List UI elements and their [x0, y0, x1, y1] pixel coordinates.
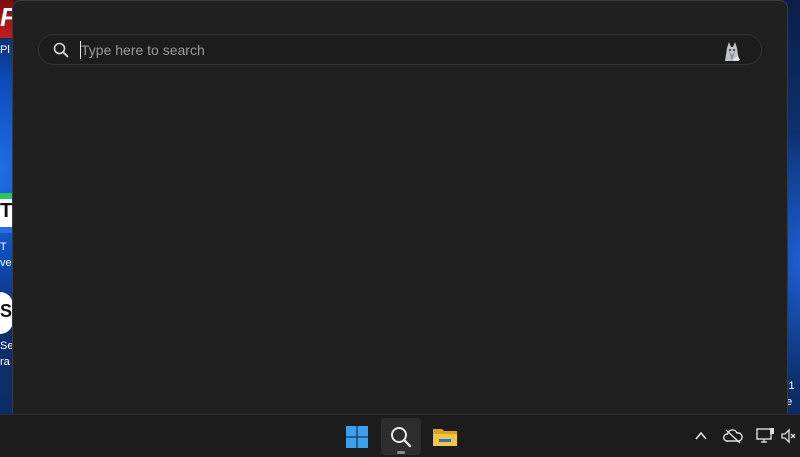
search-box[interactable]	[38, 34, 762, 65]
bing-wolf-avatar-icon[interactable]	[720, 39, 744, 63]
start-button[interactable]	[337, 418, 377, 455]
onedrive-offline-icon	[723, 429, 743, 444]
search-icon	[391, 426, 412, 447]
folder-icon	[433, 428, 457, 446]
volume-button[interactable]	[780, 427, 798, 445]
taskbar-search-button[interactable]	[381, 418, 421, 455]
network-button[interactable]	[755, 427, 775, 445]
taskbar	[0, 414, 800, 457]
search-input[interactable]	[81, 39, 701, 60]
onedrive-button[interactable]	[723, 427, 743, 445]
windows-logo-icon	[346, 425, 368, 448]
network-icon	[756, 428, 774, 443]
app-2-glyph: T	[0, 200, 13, 222]
volume-muted-icon	[781, 428, 796, 444]
show-hidden-icons-button[interactable]	[692, 427, 710, 445]
file-explorer-button[interactable]	[425, 418, 465, 455]
chevron-up-icon	[695, 431, 707, 440]
search-panel	[12, 0, 788, 414]
search-icon	[53, 42, 69, 58]
